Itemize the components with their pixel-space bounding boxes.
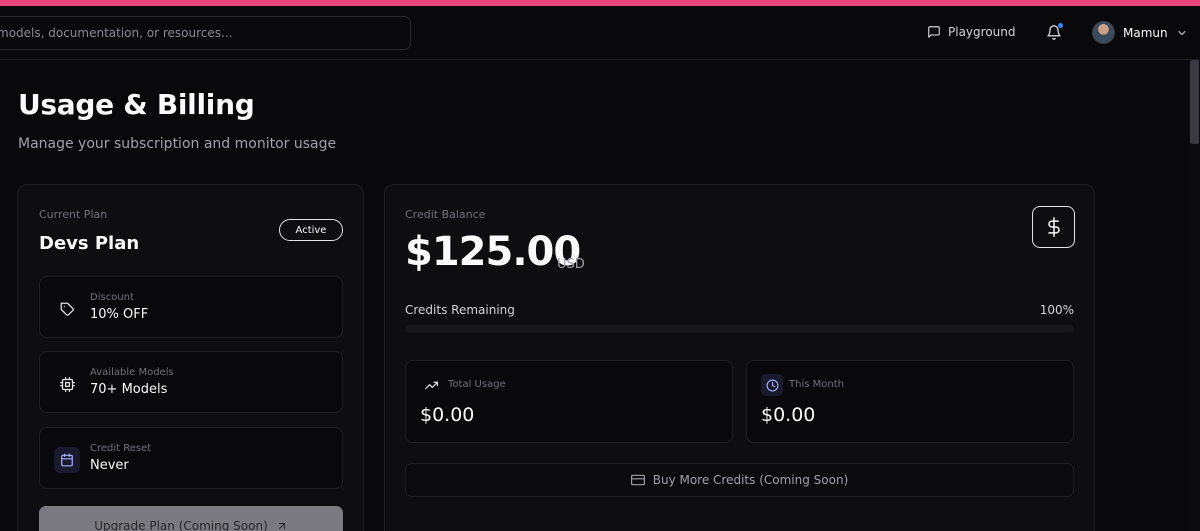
chevron-down-icon — [1178, 30, 1186, 35]
feature-credit-reset: Credit Reset Never — [39, 427, 343, 489]
cpu-icon — [54, 371, 80, 397]
this-month-card: This Month $0.00 — [746, 360, 1074, 443]
upgrade-label: Upgrade Plan (Coming Soon) — [94, 519, 268, 531]
playground-label: Playground — [948, 25, 1016, 39]
page-title: Usage & Billing — [18, 88, 255, 121]
clock-icon — [761, 374, 783, 396]
feature-value: Never — [90, 458, 129, 473]
avatar — [1092, 21, 1115, 44]
plan-label: Current Plan — [39, 208, 108, 221]
plan-name: Devs Plan — [39, 233, 140, 254]
message-square-icon — [928, 26, 940, 38]
credits-progress-fill — [405, 325, 1074, 333]
credit-balance-label: Credit Balance — [405, 208, 486, 221]
calendar-icon — [54, 447, 80, 473]
feature-discount: Discount 10% OFF — [39, 276, 343, 338]
feature-value: 70+ Models — [90, 382, 168, 397]
total-usage-card: Total Usage $0.00 — [405, 360, 733, 443]
feature-value: 10% OFF — [90, 307, 149, 322]
scrollbar-thumb[interactable] — [1190, 60, 1199, 144]
page-subtitle: Manage your subscription and monitor usa… — [18, 136, 337, 152]
arrow-up-right-icon — [278, 522, 285, 530]
total-usage-label: Total Usage — [448, 379, 506, 390]
user-name: Mamun — [1123, 25, 1168, 40]
trending-up-icon — [420, 374, 442, 396]
credits-progress-bar — [405, 325, 1074, 333]
feature-label: Credit Reset — [90, 443, 152, 454]
currency-label: USD — [557, 257, 585, 272]
user-menu[interactable]: Mamun — [1092, 21, 1188, 44]
credit-card-icon — [630, 474, 645, 486]
this-month-value: $0.00 — [761, 404, 816, 426]
credits-remaining-percent: 100% — [1039, 303, 1074, 317]
total-usage-value: $0.00 — [420, 404, 475, 426]
tag-icon — [54, 296, 80, 322]
credit-amount: $125.00 — [405, 229, 581, 275]
this-month-label: This Month — [789, 379, 844, 390]
dollar-icon — [1032, 206, 1075, 248]
credit-balance-card: Credit Balance $125.00 USD Credits Remai… — [384, 184, 1095, 531]
feature-label: Available Models — [90, 367, 174, 378]
top-navbar: models, documentation, or resources... P… — [0, 6, 1200, 60]
feature-label: Discount — [90, 292, 134, 303]
upgrade-plan-button[interactable]: Upgrade Plan (Coming Soon) — [39, 506, 343, 531]
buy-credits-label: Buy More Credits (Coming Soon) — [652, 473, 849, 487]
search-input[interactable]: models, documentation, or resources... — [0, 16, 411, 50]
playground-link[interactable]: Playground — [927, 25, 1015, 39]
current-plan-card: Current Plan Devs Plan Active Discount 1… — [17, 184, 364, 531]
notification-dot — [1058, 23, 1063, 28]
credits-remaining-label: Credits Remaining — [405, 303, 515, 317]
buy-credits-button[interactable]: Buy More Credits (Coming Soon) — [405, 463, 1074, 497]
status-badge: Active — [279, 219, 343, 241]
feature-available-models: Available Models 70+ Models — [39, 351, 343, 413]
